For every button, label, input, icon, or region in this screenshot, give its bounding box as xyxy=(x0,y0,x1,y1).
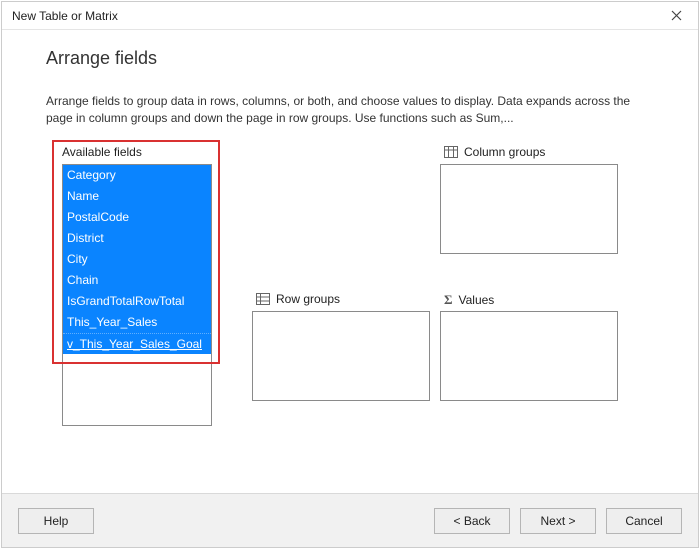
close-button[interactable] xyxy=(660,4,692,28)
sigma-icon: Σ xyxy=(444,292,453,308)
values-dropzone[interactable] xyxy=(440,311,618,401)
column-groups-text: Column groups xyxy=(464,145,545,159)
field-layout: Available fields Category Name PostalCod… xyxy=(46,140,658,440)
page-heading: Arrange fields xyxy=(46,48,658,69)
list-item[interactable]: Category xyxy=(63,165,211,186)
page-description: Arrange fields to group data in rows, co… xyxy=(46,93,636,126)
list-item[interactable]: Chain xyxy=(63,270,211,291)
dialog-window: New Table or Matrix Arrange fields Arran… xyxy=(1,1,699,548)
list-item[interactable]: City xyxy=(63,249,211,270)
next-button[interactable]: Next > xyxy=(520,508,596,534)
list-item[interactable]: v_This_Year_Sales_Goal xyxy=(63,333,211,354)
list-item[interactable]: This_Year_Sales xyxy=(63,312,211,333)
available-fields-label: Available fields xyxy=(62,145,142,159)
column-groups-dropzone[interactable] xyxy=(440,164,618,254)
back-button[interactable]: < Back xyxy=(434,508,510,534)
row-groups-text: Row groups xyxy=(276,292,340,306)
cancel-button[interactable]: Cancel xyxy=(606,508,682,534)
help-button[interactable]: Help xyxy=(18,508,94,534)
row-groups-dropzone[interactable] xyxy=(252,311,430,401)
column-groups-icon xyxy=(444,146,458,158)
values-label: Σ Values xyxy=(444,292,494,308)
list-item[interactable]: IsGrandTotalRowTotal xyxy=(63,291,211,312)
window-title: New Table or Matrix xyxy=(12,9,660,23)
row-groups-icon xyxy=(256,293,270,305)
dialog-footer: Help < Back Next > Cancel xyxy=(2,493,698,547)
column-groups-label: Column groups xyxy=(444,145,545,159)
list-item[interactable]: PostalCode xyxy=(63,207,211,228)
titlebar: New Table or Matrix xyxy=(2,2,698,30)
content-area: Arrange fields Arrange fields to group d… xyxy=(2,30,698,493)
list-item[interactable]: District xyxy=(63,228,211,249)
row-groups-label: Row groups xyxy=(256,292,340,306)
values-text: Values xyxy=(459,293,495,307)
close-icon xyxy=(671,10,682,21)
available-fields-list[interactable]: Category Name PostalCode District City C… xyxy=(62,164,212,426)
list-item[interactable]: Name xyxy=(63,186,211,207)
